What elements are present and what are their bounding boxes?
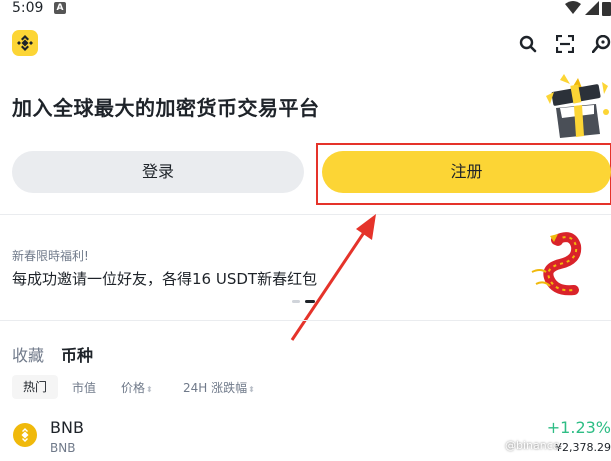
binance-logo-icon[interactable] [12, 30, 38, 56]
promo-tag: 新春限時福利! [12, 249, 89, 263]
filter-market-cap[interactable]: 市值 [72, 379, 96, 396]
coin-subtitle: BNB [50, 441, 76, 455]
bnb-coin-icon [13, 423, 37, 447]
carousel-dot[interactable] [292, 300, 300, 303]
coin-symbol[interactable]: BNB [50, 418, 84, 437]
tab-favorites[interactable]: 收藏 [12, 342, 44, 366]
section-divider [0, 214, 611, 215]
login-button[interactable]: 登录 [12, 151, 304, 193]
signal-icon [585, 1, 599, 15]
sort-icon: ⬍ [248, 385, 255, 394]
notification-app-icon: A [54, 2, 66, 14]
status-bar: 5:09 A [0, 0, 611, 20]
section-divider [0, 320, 611, 321]
filter-hot[interactable]: 热门 [12, 375, 58, 399]
dragon-illustration [531, 232, 582, 296]
search-icon[interactable] [519, 35, 537, 53]
battery-icon [602, 2, 611, 16]
scan-icon[interactable] [556, 35, 574, 53]
filter-label: 24H 涨跌幅 [183, 381, 248, 395]
status-time: 5:09 [12, 0, 44, 16]
tab-coins[interactable]: 币种 [61, 342, 93, 366]
filter-label: 市值 [72, 381, 97, 395]
sort-icon: ⬍ [146, 385, 153, 394]
top-bar [0, 28, 611, 60]
watermark: @binance [505, 439, 560, 452]
filter-label: 价格 [121, 381, 146, 395]
hero-title: 加入全球最大的加密货币交易平台 [12, 96, 320, 120]
filter-24h-change[interactable]: 24H 涨跌幅⬍ [183, 379, 255, 396]
register-button[interactable]: 注册 [322, 151, 611, 193]
coin-change: +1.23% [546, 418, 611, 437]
coin-price: ¥2,378.29 [555, 441, 611, 454]
carousel-dot-active[interactable] [305, 300, 315, 303]
wifi-icon [565, 1, 581, 14]
gift-box-illustration [546, 74, 609, 138]
promo-banner-text[interactable]: 每成功邀请一位好友，各得16 USDT新春红包 [12, 268, 317, 289]
filter-price[interactable]: 价格⬍ [121, 379, 153, 396]
support-icon[interactable] [592, 35, 611, 53]
